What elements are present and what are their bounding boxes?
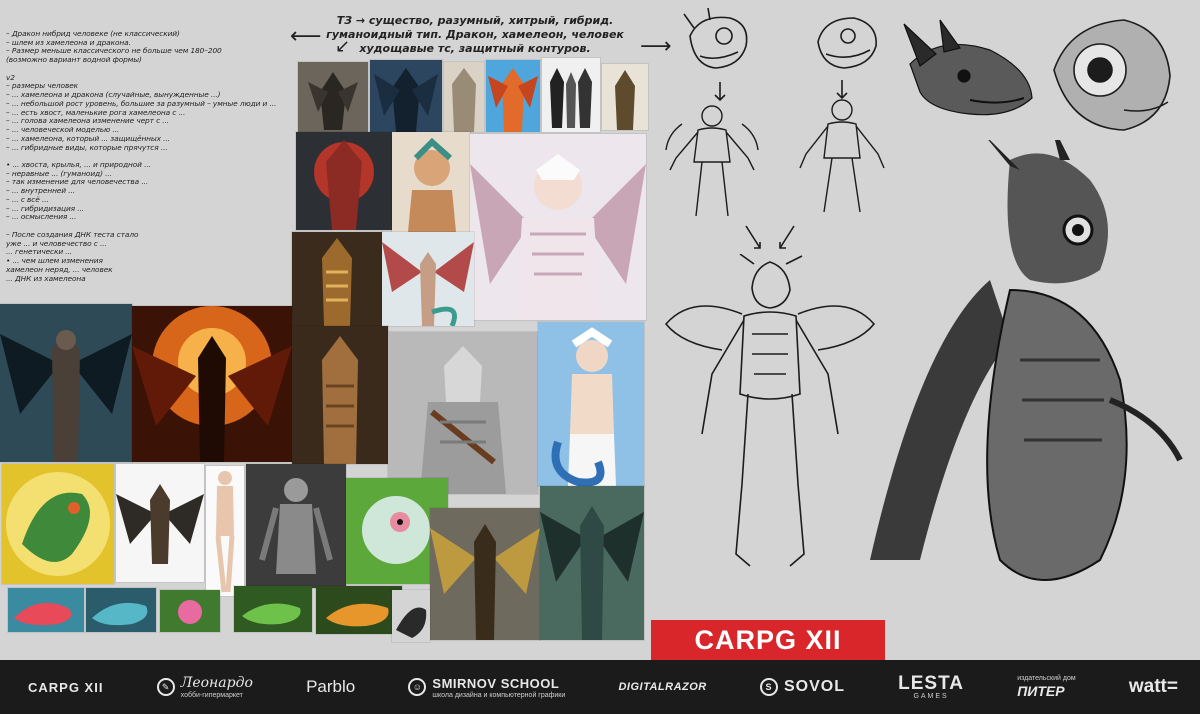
sponsor-smirnov-text: SMIRNOV SCHOOL школа дизайна и компьютер… (432, 676, 565, 699)
reference-image (0, 304, 132, 462)
arrows-merge-icon (740, 224, 800, 252)
sponsor-lesta-sub: GAMES (913, 693, 949, 700)
reference-image (430, 508, 540, 640)
reference-image (486, 60, 540, 132)
reference-image (392, 590, 430, 642)
reference-image (2, 464, 114, 584)
sponsor-leonardo-text: Леонардо хобби-гипермаркет (181, 675, 253, 699)
sponsor-carpg-text: CARPG XII (28, 679, 104, 695)
reference-image (470, 134, 646, 320)
reference-image (298, 62, 368, 132)
sponsor-smirnov-sub: школа дизайна и компьютерной графики (432, 691, 566, 699)
reference-image (132, 306, 292, 462)
sponsor-logo-smirnov[interactable]: ☺ SMIRNOV SCHOOL школа дизайна и компьют… (408, 676, 565, 699)
reference-image (292, 326, 388, 464)
arrow-left-icon: ⟵ (290, 24, 322, 49)
reference-image (86, 588, 156, 632)
sketch-head-2 (808, 8, 888, 78)
sponsor-smirnov-name: SMIRNOV SCHOOL (432, 675, 560, 691)
sponsor-logo-lesta[interactable]: LESTA GAMES (898, 674, 964, 700)
reference-image (316, 586, 402, 634)
sponsor-digital-text: DIGITALRAZOR (618, 681, 707, 693)
moodboard-canvas: – Дракон нибрид человеке (не классически… (0, 0, 1200, 660)
reference-image (234, 586, 312, 632)
arrow-down-icon (712, 82, 728, 102)
sponsor-leonardo-sub: хобби-гипермаркет (180, 692, 243, 699)
sketch-dragon-rendered (860, 120, 1190, 610)
reference-image (370, 60, 442, 132)
reference-image (160, 590, 220, 632)
reference-image (392, 132, 470, 232)
sponsor-logo-digitalrazor[interactable]: DIGITALRAZOR (618, 681, 706, 693)
event-title-banner: CARPG XII (651, 620, 885, 660)
sponsor-logo-parblo[interactable]: Parblo (306, 677, 355, 697)
reference-image (444, 62, 484, 132)
handwritten-notes-left: – Дракон нибрид человеке (не классически… (6, 29, 277, 283)
reference-image (382, 232, 474, 326)
handwritten-brief-top: ТЗ → существо, разумный, хитрый, гибрид.… (326, 14, 624, 55)
reference-image (8, 588, 84, 632)
reference-image (388, 332, 538, 494)
sponsor-parblo-text: Parblo (306, 677, 356, 696)
arrow-down-icon: ↙ (335, 36, 351, 57)
reference-image (246, 464, 346, 588)
sponsor-piter-name: ПИТЕР (1017, 683, 1065, 699)
sponsor-logo-sovol[interactable]: S SOVOL (759, 678, 845, 696)
sponsor-logo-watt[interactable]: watt= (1129, 676, 1178, 698)
smirnov-school-logo-icon: ☺ (408, 678, 427, 696)
sponsor-watt-text: watt= (1128, 676, 1178, 697)
sponsor-bar: CARPG XII ✎ Леонардо хобби-гипермаркет P… (0, 660, 1200, 714)
leonardo-logo-icon: ✎ (156, 678, 175, 696)
reference-image (206, 466, 244, 596)
sponsor-logo-carpg[interactable]: CARPG XII (28, 680, 103, 695)
reference-image (602, 64, 648, 130)
sponsor-logo-leonardo[interactable]: ✎ Леонардо хобби-гипермаркет (156, 675, 253, 699)
sovol-logo-icon: S (759, 678, 778, 696)
sketch-head-1 (680, 6, 760, 80)
reference-image (542, 58, 600, 132)
sponsor-leonardo-name: Леонардо (180, 675, 253, 691)
sponsor-sovol-text: SOVOL (783, 678, 845, 695)
sponsor-logo-piter[interactable]: издательский дом ПИТЕР (1017, 675, 1075, 699)
arrow-right-icon: ⟶ (640, 34, 672, 59)
reference-image (538, 322, 644, 486)
reference-image (296, 132, 392, 230)
reference-image (292, 232, 382, 326)
sketch-figure-1 (662, 100, 762, 218)
sketch-creature-eye (1040, 10, 1178, 150)
sponsor-piter-sub: издательский дом (1017, 675, 1076, 682)
sponsor-lesta-name: LESTA (898, 673, 965, 694)
reference-image (540, 486, 644, 640)
reference-image (116, 464, 204, 582)
sketch-dragon-head (900, 14, 1040, 154)
sketch-full-body (662, 253, 878, 572)
